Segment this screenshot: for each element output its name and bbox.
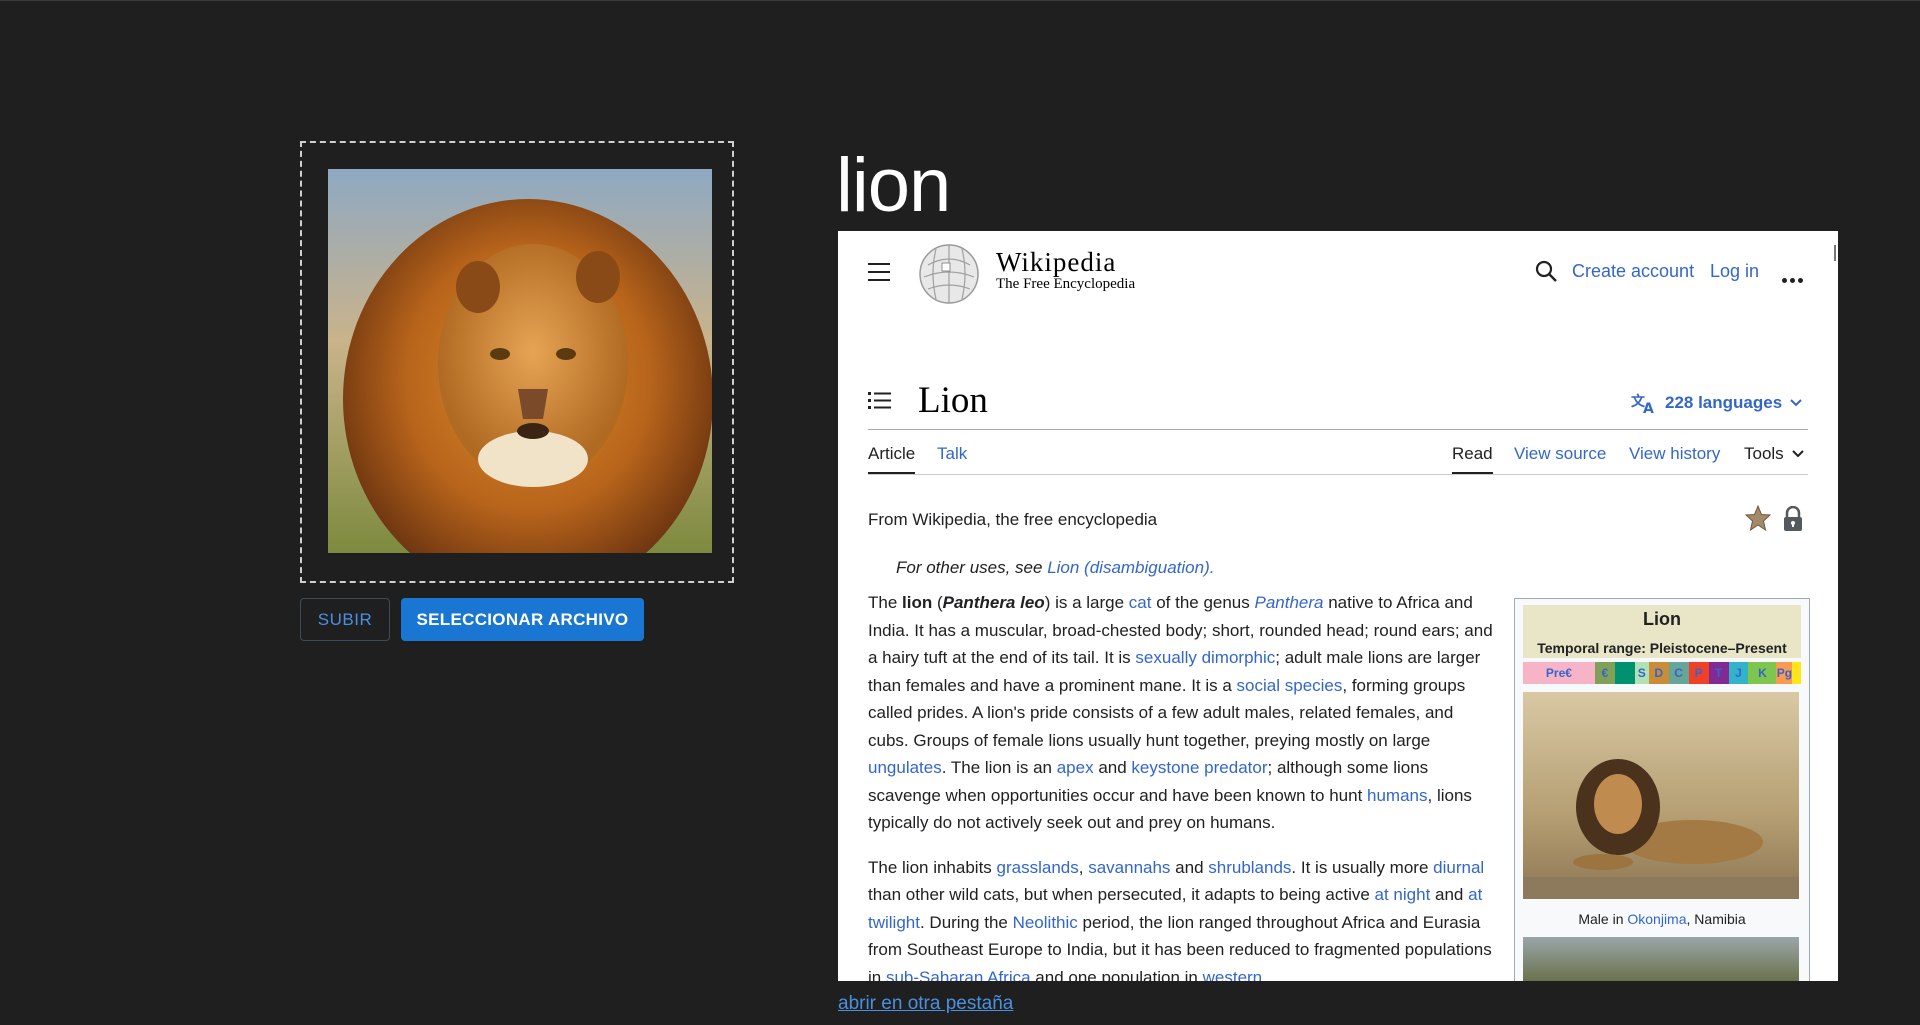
timeline-permian[interactable]: P: [1688, 662, 1709, 684]
timeline-cretaceous[interactable]: K: [1748, 662, 1777, 684]
infobox-second-photo[interactable]: [1523, 937, 1799, 981]
chevron-down-icon: [1791, 450, 1804, 458]
search-icon[interactable]: [1534, 259, 1558, 283]
timeline-ordovician[interactable]: O: [1614, 662, 1635, 684]
article-title: Lion: [918, 380, 988, 421]
star-icon[interactable]: [1745, 505, 1771, 531]
caption-suffix: , Namibia: [1686, 911, 1746, 927]
geologic-timeline: Pre€ € O S D C P T J K Pg N: [1523, 662, 1802, 684]
top-border: [0, 0, 1920, 1]
hatnote-prefix: For other uses, see: [896, 558, 1048, 577]
tab-talk[interactable]: Talk: [937, 444, 967, 464]
tabs-divider: [868, 474, 1808, 475]
infobox-title: Lion: [1643, 609, 1681, 629]
caption-prefix: Male in: [1578, 911, 1628, 927]
translate-icon: 文 A: [1631, 393, 1654, 414]
temporal-range: Temporal range: Pleistocene–Present: [1537, 640, 1787, 656]
languages-button[interactable]: 文 A 228 languages: [1631, 392, 1802, 414]
timeline-carboniferous[interactable]: C: [1668, 662, 1689, 684]
infobox-header: Lion Temporal range: Pleistocene–Present: [1523, 605, 1801, 658]
tab-article[interactable]: Article: [868, 444, 916, 474]
timeline-jurassic[interactable]: J: [1728, 662, 1749, 684]
title-divider: [868, 429, 1808, 430]
lock-icon[interactable]: [1783, 506, 1803, 532]
tools-label: Tools: [1744, 444, 1784, 463]
tab-view-source[interactable]: View source: [1514, 444, 1606, 464]
infobox-lion-photo[interactable]: [1523, 692, 1799, 899]
article-body: The lion (Panthera leo) is a large cat o…: [868, 589, 1493, 981]
main-menu-icon[interactable]: [868, 263, 890, 287]
wikipedia-wordmark[interactable]: Wikipedia The Free Encyclopedia: [996, 247, 1135, 293]
timeline-triassic[interactable]: T: [1708, 662, 1729, 684]
log-in-link[interactable]: Log in: [1710, 261, 1759, 282]
timeline-devonian[interactable]: D: [1648, 662, 1669, 684]
open-in-new-tab-link[interactable]: abrir en otra pestaña: [838, 993, 1013, 1015]
prediction-title: lion: [836, 143, 951, 228]
hatnote: For other uses, see Lion (disambiguation…: [896, 558, 1214, 578]
timeline-neogene[interactable]: N: [1792, 662, 1802, 684]
timeline-paleogene[interactable]: Pg: [1776, 662, 1793, 684]
timeline-cambrian[interactable]: €: [1594, 662, 1615, 684]
wiki-header: Wikipedia The Free Encyclopedia Create a…: [838, 231, 1838, 311]
chevron-down-icon: [1790, 399, 1802, 407]
uploaded-image-preview: [328, 169, 712, 553]
timeline-silurian[interactable]: S: [1634, 662, 1649, 684]
timeline-precambrian[interactable]: Pre€: [1523, 662, 1595, 684]
wikipedia-iframe[interactable]: Wikipedia The Free Encyclopedia Create a…: [838, 231, 1838, 981]
more-options-icon[interactable]: [1782, 270, 1806, 288]
tab-read[interactable]: Read: [1452, 444, 1493, 474]
okonjima-link[interactable]: Okonjima: [1627, 911, 1686, 927]
create-account-link[interactable]: Create account: [1572, 261, 1694, 282]
infobox-caption: Male in Okonjima, Namibia: [1515, 911, 1809, 927]
table-of-contents-icon[interactable]: [868, 391, 892, 411]
upload-button[interactable]: SUBIR: [300, 598, 390, 641]
tools-menu[interactable]: Tools: [1744, 444, 1804, 464]
wordmark-text: Wikipedia: [996, 247, 1117, 277]
image-drop-zone[interactable]: [300, 141, 734, 583]
tab-view-history[interactable]: View history: [1629, 444, 1720, 464]
wikipedia-globe-logo[interactable]: [918, 243, 980, 305]
paragraph-1: The lion (Panthera leo) is a large cat o…: [868, 593, 1493, 832]
select-file-button[interactable]: SELECCIONAR ARCHIVO: [401, 598, 644, 641]
svg-text:A: A: [1643, 401, 1654, 414]
wordmark-tagline: The Free Encyclopedia: [996, 276, 1136, 292]
disambiguation-link[interactable]: Lion (disambiguation).: [1047, 558, 1214, 577]
languages-label: 228 languages: [1665, 393, 1783, 412]
site-subtitle: From Wikipedia, the free encyclopedia: [868, 510, 1158, 529]
paragraph-2: The lion inhabits grasslands, savannahs …: [868, 857, 1492, 982]
infobox: Lion Temporal range: Pleistocene–Present…: [1514, 598, 1810, 981]
